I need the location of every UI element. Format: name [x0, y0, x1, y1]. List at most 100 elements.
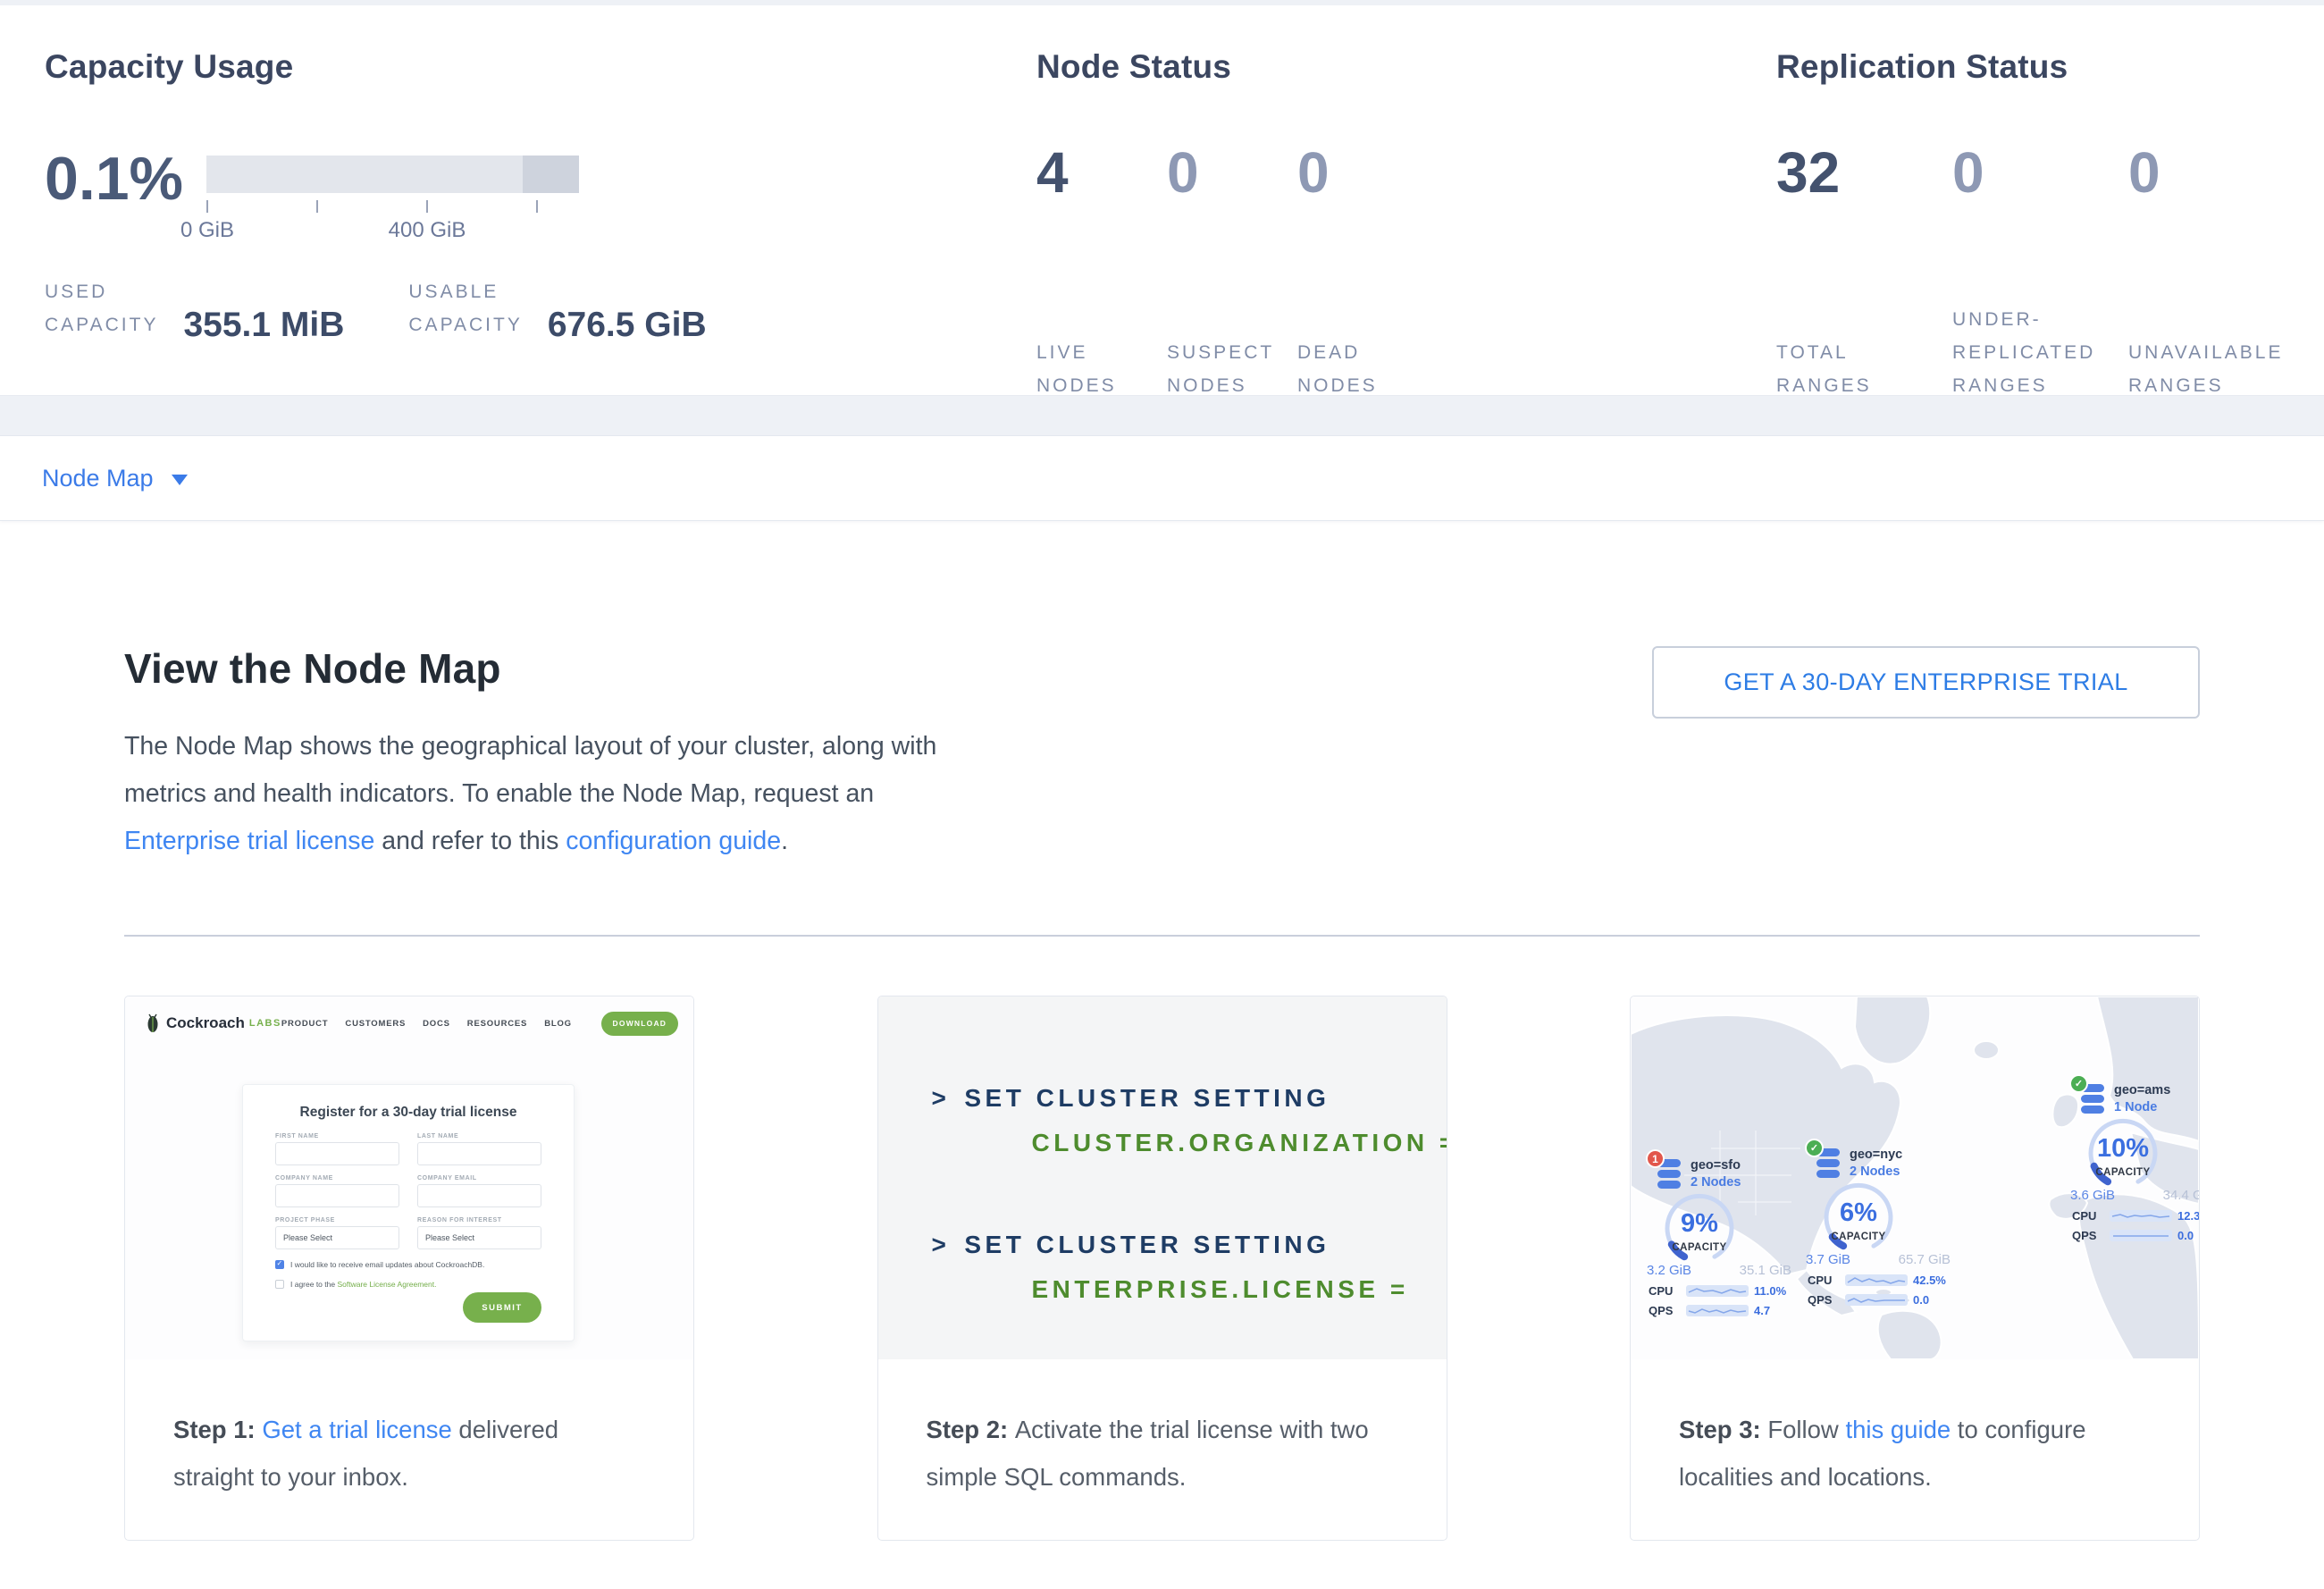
cluster-head: geo=ams 1 Node	[2070, 1082, 2199, 1116]
project-phase-select: Please Select	[275, 1226, 399, 1249]
form-field: COMPANY EMAIL	[417, 1175, 541, 1207]
form-fields: FIRST NAME LAST NAME COMPANY NAME	[275, 1133, 541, 1249]
capacity-gauge-ring: 6% CAPACITY	[1818, 1181, 1899, 1261]
under-replicated-stat: 0 UNDER- REPLICATED RANGES	[1952, 141, 2128, 402]
brand-name: Cockroach	[166, 1014, 245, 1032]
database-icon	[2079, 1082, 2106, 1116]
capacity-gauge: 0.1% 0 GiB 400 GiB	[45, 147, 579, 240]
field-label: PROJECT PHASE	[275, 1217, 399, 1223]
form-field: PROJECT PHASE Please Select	[275, 1217, 399, 1249]
used-capacity-value: 355.1 MiB	[183, 307, 344, 344]
cluster-node-count: 2 Nodes	[1691, 1175, 1741, 1190]
field-label: LAST NAME	[417, 1133, 541, 1139]
axis-tick-label-0: 0 GiB	[180, 218, 234, 243]
field-label: COMPANY NAME	[275, 1175, 399, 1181]
qps-value: 0.0	[1913, 1293, 1959, 1307]
form-field: COMPANY NAME	[275, 1175, 399, 1207]
cockroach-icon	[145, 1013, 161, 1034]
cluster-labels: geo=ams 1 Node	[2114, 1082, 2170, 1114]
qps-value: 0.0	[2177, 1229, 2199, 1242]
node-map-dropdown[interactable]: Node Map	[42, 465, 188, 492]
first-name-input	[275, 1142, 399, 1165]
enterprise-trial-license-link[interactable]: Enterprise trial license	[124, 827, 374, 855]
used-capacity: 3.6 GiB	[2070, 1188, 2115, 1203]
cpu-metric-row: CPU 12.3%	[2072, 1209, 2199, 1223]
replication-status-columns: 32 TOTAL RANGES 0 UNDER- REPLICATED RANG…	[1776, 141, 2304, 402]
this-guide-link[interactable]: this guide	[1845, 1416, 1951, 1443]
step3-card: 1 geo=sfo 2 Nodes	[1630, 996, 2200, 1541]
unchecked-checkbox-icon	[275, 1280, 284, 1289]
submit-button: SUBMIT	[463, 1292, 541, 1323]
usable-capacity-label: USABLE CAPACITY	[408, 275, 522, 344]
qps-value: 4.7	[1754, 1304, 1800, 1317]
configuration-guide-link[interactable]: configuration guide	[566, 827, 781, 855]
horizontal-divider	[124, 935, 2200, 937]
node-map-preview: 1 geo=sfo 2 Nodes	[1631, 996, 2199, 1359]
node-map-dropdown-label: Node Map	[42, 465, 154, 492]
suspect-nodes-label: SUSPECT NODES	[1167, 336, 1297, 402]
total-ranges-value: 32	[1776, 141, 1952, 204]
axis-tick	[536, 200, 538, 213]
field-label: REASON FOR INTEREST	[417, 1217, 541, 1223]
last-name-input	[417, 1142, 541, 1165]
email-updates-checkbox-row: I would like to receive email updates ab…	[275, 1260, 541, 1269]
axis-tick	[426, 200, 428, 213]
used-capacity: 3.7 GiB	[1806, 1252, 1850, 1267]
cockroach-labs-logo: Cockroach LABS	[145, 1013, 281, 1034]
chevron-down-icon	[172, 475, 188, 485]
used-capacity: 3.2 GiB	[1647, 1263, 1691, 1278]
cluster-widget-ams: geo=ams 1 Node 10% CAPACITY	[2070, 1082, 2199, 1116]
qps-metric-row: QPS 4.7	[1649, 1304, 1800, 1317]
capacity-bar	[206, 156, 579, 193]
cluster-name: geo=ams	[2114, 1083, 2170, 1097]
capacity-bar-chart: 0 GiB 400 GiB	[206, 156, 579, 240]
capacity-gauge-ring: 9% CAPACITY	[1659, 1191, 1740, 1272]
cluster-name: geo=sfo	[1691, 1158, 1741, 1173]
company-email-input	[417, 1184, 541, 1207]
capacity-percent: 10%	[2083, 1134, 2163, 1164]
form-field: LAST NAME	[417, 1133, 541, 1165]
suspect-nodes-value: 0	[1167, 141, 1297, 204]
capacity-metrics: USED CAPACITY 355.1 MiB USABLE CAPACITY …	[45, 275, 707, 344]
nav-item-customers: CUSTOMERS	[345, 1019, 406, 1029]
sql-command-1: >SET CLUSTER SETTING	[932, 1084, 1330, 1113]
cpu-sparkline	[2110, 1209, 2172, 1223]
description-text: .	[781, 827, 788, 855]
healthy-badge-icon	[1805, 1139, 1824, 1157]
description-text: and refer to this	[374, 827, 566, 855]
node-status-title: Node Status	[1036, 48, 1231, 86]
replication-status-title: Replication Status	[1776, 48, 2068, 86]
description-text: The Node Map shows the geographical layo…	[124, 732, 936, 808]
get-trial-license-link[interactable]: Get a trial license	[262, 1416, 451, 1443]
healthy-badge-icon	[2069, 1074, 2088, 1093]
nav-item-blog: BLOG	[544, 1019, 572, 1029]
database-icon	[1815, 1147, 1842, 1181]
used-capacity-label: USED CAPACITY	[45, 275, 158, 344]
total-capacity: 65.7 GiB	[1899, 1252, 1951, 1267]
nav-item-product: PRODUCT	[281, 1019, 329, 1029]
registration-site-preview: Cockroach LABS PRODUCT CUSTOMERS DOCS RE…	[125, 996, 693, 1359]
cpu-value: 42.5%	[1913, 1274, 1959, 1287]
get-enterprise-trial-button[interactable]: GET A 30-DAY ENTERPRISE TRIAL	[1652, 646, 2200, 719]
cluster-node-count: 2 Nodes	[1850, 1164, 1902, 1179]
capacity-gauge-ring: 10% CAPACITY	[2083, 1116, 2163, 1197]
brand-suffix: LABS	[249, 1018, 281, 1029]
mini-site-nav: PRODUCT CUSTOMERS DOCS RESOURCES BLOG DO…	[281, 1012, 678, 1036]
step3-thumbnail: 1 geo=sfo 2 Nodes	[1631, 996, 2199, 1359]
cluster-node-count: 1 Node	[2114, 1100, 2170, 1114]
capacity-values: 3.2 GiB 35.1 GiB	[1647, 1263, 1791, 1278]
capacity-percent-value: 0.1%	[45, 147, 183, 211]
view-selector-bar: Node Map	[0, 435, 2324, 521]
cluster-labels: geo=nyc 2 Nodes	[1850, 1147, 1902, 1179]
checkbox-label: I would like to receive email updates ab…	[290, 1260, 484, 1269]
cluster-summary-panel: Capacity Usage 0.1% 0 GiB 400 GiB	[0, 0, 2324, 396]
download-button: DOWNLOAD	[601, 1012, 678, 1036]
node-status-columns: 4 LIVE NODES 0 SUSPECT NODES 0 DEAD NODE…	[1036, 141, 1428, 402]
nav-item-resources: RESOURCES	[467, 1019, 527, 1029]
cluster-labels: geo=sfo 2 Nodes	[1691, 1157, 1741, 1190]
cpu-metric-row: CPU 42.5%	[1808, 1274, 1959, 1287]
capacity-caption: CAPACITY	[2083, 1167, 2163, 1178]
cluster-name: geo=nyc	[1850, 1148, 1902, 1162]
dead-nodes-stat: 0 DEAD NODES	[1297, 141, 1428, 402]
sql-commands-preview: >SET CLUSTER SETTING CLUSTER.ORGANIZATIO…	[878, 996, 1447, 1359]
